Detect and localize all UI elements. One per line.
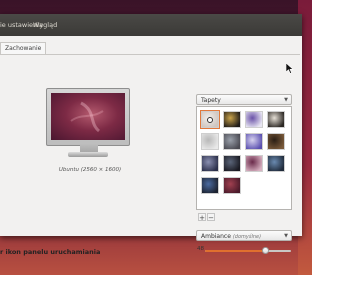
chevron-down-icon: ▼ [284,97,288,103]
slider-fill [205,250,266,252]
wallpaper-thumbnail[interactable] [245,133,263,150]
wallpaper-thumbnail[interactable] [267,155,285,172]
launcher-icon-size-value: 48 [197,246,204,252]
wallpaper-thumbnail[interactable] [245,111,263,128]
monitor-bezel [46,88,130,146]
chevron-down-icon: ▼ [284,233,288,239]
menu-appearance[interactable]: Wygląd [33,14,57,36]
settings-window: ie ustawienia Wygląd Zachowanie Ubuntu (… [0,14,302,256]
wallpaper-thumbnail[interactable] [201,177,219,194]
wallpaper-thumbnail[interactable] [200,110,220,129]
wallpaper-swirl-icon [70,101,104,133]
wallpaper-thumbnail[interactable] [267,111,285,128]
theme-default-note: (domyślne) [232,234,262,240]
wallpaper-thumbnail[interactable] [223,155,241,172]
menubar: ie ustawienia Wygląd [0,14,302,36]
monitor-base [68,152,108,157]
appearance-panel: Zachowanie Ubuntu (2560 × 1600) Tapety ▼… [0,36,302,256]
background-source-dropdown[interactable]: Tapety ▼ [196,94,292,105]
theme-dropdown[interactable]: Ambiance (domyślne) ▼ [196,230,292,241]
remove-wallpaper-button[interactable]: − [207,213,215,222]
launcher-icon-size-label: r ikon panelu uruchamiania [0,248,101,256]
monitor-neck [80,144,98,152]
tab-behavior[interactable]: Zachowanie [0,42,47,54]
theme-name: Ambiance [201,233,231,240]
launcher-icon-size-slider[interactable] [205,247,291,254]
wallpaper-thumbnail[interactable] [201,155,219,172]
wallpaper-thumbnail[interactable] [223,133,241,150]
wallpaper-gallery [196,106,292,210]
resolution-label: Ubuntu (2560 × 1600) [58,167,122,173]
add-wallpaper-button[interactable]: + [198,213,206,222]
monitor-screen-wallpaper [51,93,125,140]
wallpaper-thumbnail[interactable] [223,177,241,194]
wallpaper-thumbnail[interactable] [245,155,263,172]
tab-divider [0,54,300,55]
wallpaper-thumbnail[interactable] [223,111,241,128]
mouse-cursor-icon [286,63,294,74]
wallpaper-thumbnail[interactable] [201,133,219,150]
selected-check-icon [207,117,213,123]
background-source-value: Tapety [201,97,221,104]
wallpaper-thumbnail[interactable] [267,133,285,150]
